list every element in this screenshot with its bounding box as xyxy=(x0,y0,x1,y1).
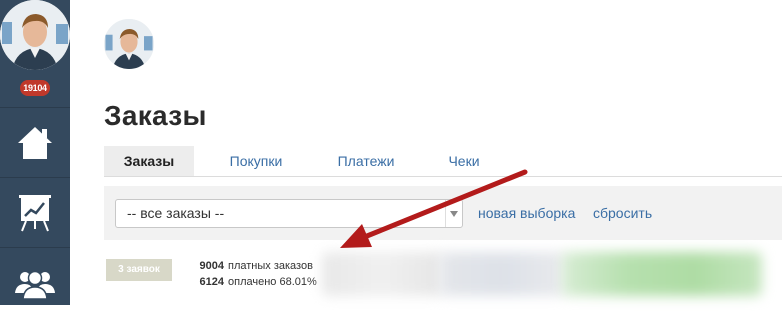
page-title: Заказы xyxy=(104,100,207,131)
sidebar-item-statistics[interactable] xyxy=(0,177,70,248)
new-selection-link[interactable]: новая выборка xyxy=(478,199,575,228)
tab-orders[interactable]: Заказы xyxy=(104,146,194,176)
avatar xyxy=(104,19,154,69)
orders-stats: 9004 платных заказов 6124 оплачено 68.01… xyxy=(190,258,317,290)
sidebar-item-users[interactable] xyxy=(0,247,70,318)
paid-orders-label: платных заказов xyxy=(228,260,313,272)
sidebar: 19104 xyxy=(0,0,70,305)
notification-badge[interactable]: 19104 xyxy=(20,80,50,96)
requests-count-tag: 3 заявок xyxy=(106,259,172,281)
tab-receipts[interactable]: Чеки xyxy=(434,146,494,176)
home-icon xyxy=(18,127,52,159)
tab-payments[interactable]: Платежи xyxy=(326,146,406,176)
sidebar-item-home[interactable] xyxy=(0,107,70,178)
avatar xyxy=(0,0,70,70)
chart-board-icon xyxy=(19,195,51,232)
users-icon xyxy=(15,270,55,299)
reset-link[interactable]: сбросить xyxy=(593,199,652,228)
tab-purchases[interactable]: Покупки xyxy=(214,146,298,176)
filter-bar: -- все заказы -- новая выборка сбросить xyxy=(104,186,782,240)
profile-avatar[interactable] xyxy=(104,19,154,69)
paid-percent-label: оплачено 68.01% xyxy=(228,276,317,288)
tab-bar: Заказы Покупки Платежи Чеки xyxy=(104,146,782,177)
dropdown-toggle[interactable] xyxy=(445,200,462,227)
paid-count: 6124 xyxy=(199,276,224,288)
paid-orders-count: 9004 xyxy=(199,260,224,272)
select-value: -- все заказы -- xyxy=(127,205,225,221)
orders-filter-select[interactable]: -- все заказы -- xyxy=(115,199,463,228)
chevron-down-icon xyxy=(450,210,458,217)
sidebar-avatar-link[interactable] xyxy=(0,0,70,70)
blurred-progress xyxy=(562,252,762,296)
blurred-stat xyxy=(322,252,442,296)
blurred-stat xyxy=(440,252,565,296)
